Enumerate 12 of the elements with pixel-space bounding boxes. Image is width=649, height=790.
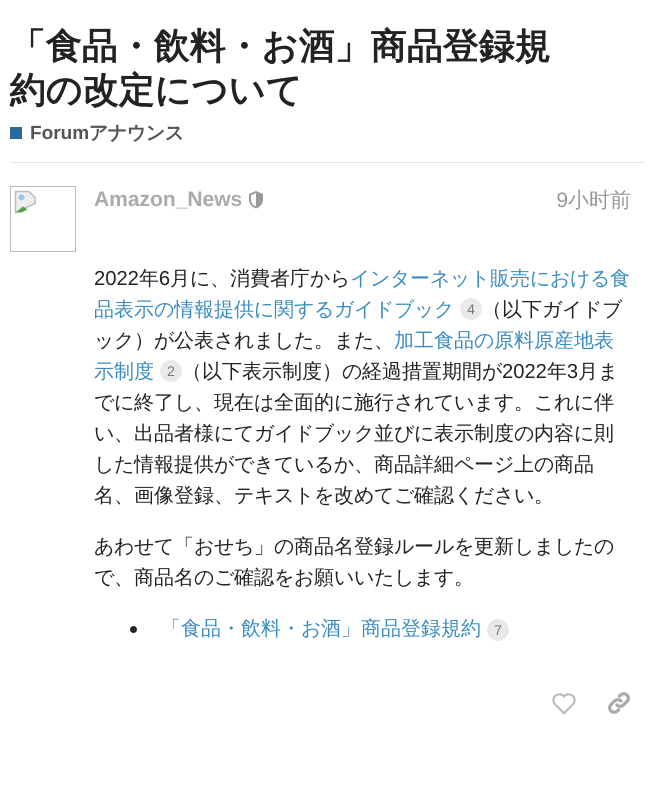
broken-image-icon <box>14 190 38 214</box>
paragraph: 2022年6月に、消費者庁から インターネット販売における食品表示の情報提供に関するガイドブック 4 （以下ガイドブック）が公表されました。また、加工食品の原料原産地表示制度 2 （以下表示制度）の経過措置期間が2022年3月までに終了し、現在は全面的に施行されています。これに伴い、出品者様にてガイドブック並びに表示制度の内容に則した情報提供ができているか、商品詳細ページ上の商品名、画像登録、テキストを改めてご確認ください。 <box>94 267 631 509</box>
paragraph: あわせて「おせち」の商品名登録ルールを更新しましたので、商品名のご確認をお願いいたします。 <box>94 535 615 591</box>
topic-title: 「食品・飲料・お酒」商品登録規約の改定について <box>10 24 552 112</box>
like-button[interactable] <box>551 691 577 715</box>
post-time: 9小时前 <box>556 188 631 214</box>
bullet-icon <box>130 626 137 633</box>
link[interactable]: 「食品・飲料・お酒」商品登録規約 <box>161 614 481 645</box>
link-icon[interactable] <box>607 691 631 715</box>
category-link[interactable]: Forumアナウンス <box>30 120 184 146</box>
username[interactable]: Amazon_News <box>94 188 242 212</box>
click-count: 7 <box>487 618 509 640</box>
